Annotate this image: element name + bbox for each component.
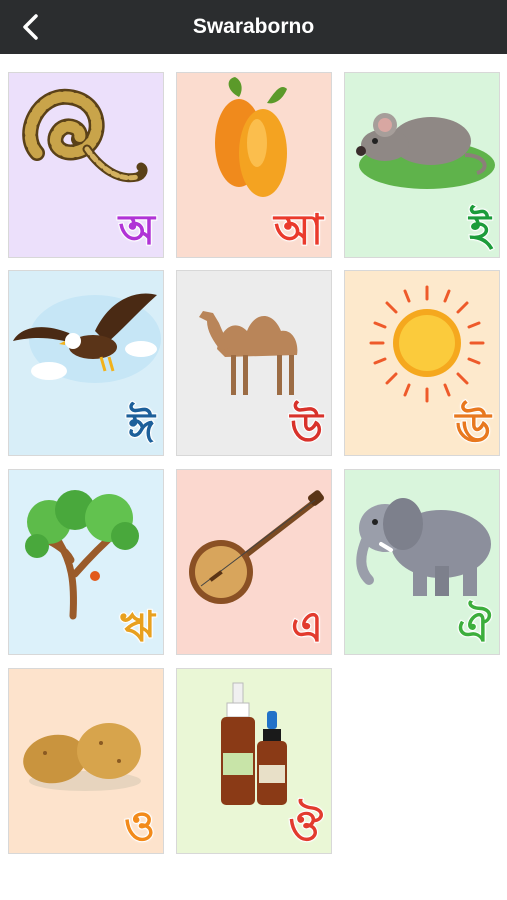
letter-card-sun[interactable]: ঊ <box>344 270 500 456</box>
letter-card-elephant[interactable]: ঐ <box>344 469 500 655</box>
card-letter: ঈ <box>127 403 156 452</box>
letter-card-tree[interactable]: ঋ <box>8 469 164 655</box>
card-letter: ঔ <box>288 801 324 850</box>
letter-card-camel[interactable]: উ <box>176 270 332 456</box>
app-header: Swaraborno <box>0 0 507 54</box>
letter-card-mango[interactable]: আ <box>176 72 332 258</box>
letter-card-bottles[interactable]: ঔ <box>176 668 332 854</box>
letter-card-snake[interactable]: অ <box>8 72 164 258</box>
card-letter: ও <box>123 801 156 850</box>
letter-card-banjo[interactable]: এ <box>176 469 332 655</box>
card-letter: এ <box>290 602 324 651</box>
letter-card-potato[interactable]: ও <box>8 668 164 854</box>
card-letter: উ <box>289 403 324 452</box>
card-letter: ঋ <box>119 602 156 651</box>
card-letter: অ <box>118 205 156 254</box>
card-letter: ই <box>468 205 492 254</box>
letter-card-mouse[interactable]: ই <box>344 72 500 258</box>
letter-card-eagle[interactable]: ঈ <box>8 270 164 456</box>
page-title: Swaraborno <box>192 15 315 38</box>
card-letter: ঐ <box>456 602 492 651</box>
card-letter: আ <box>273 205 324 254</box>
card-letter: ঊ <box>454 403 492 452</box>
